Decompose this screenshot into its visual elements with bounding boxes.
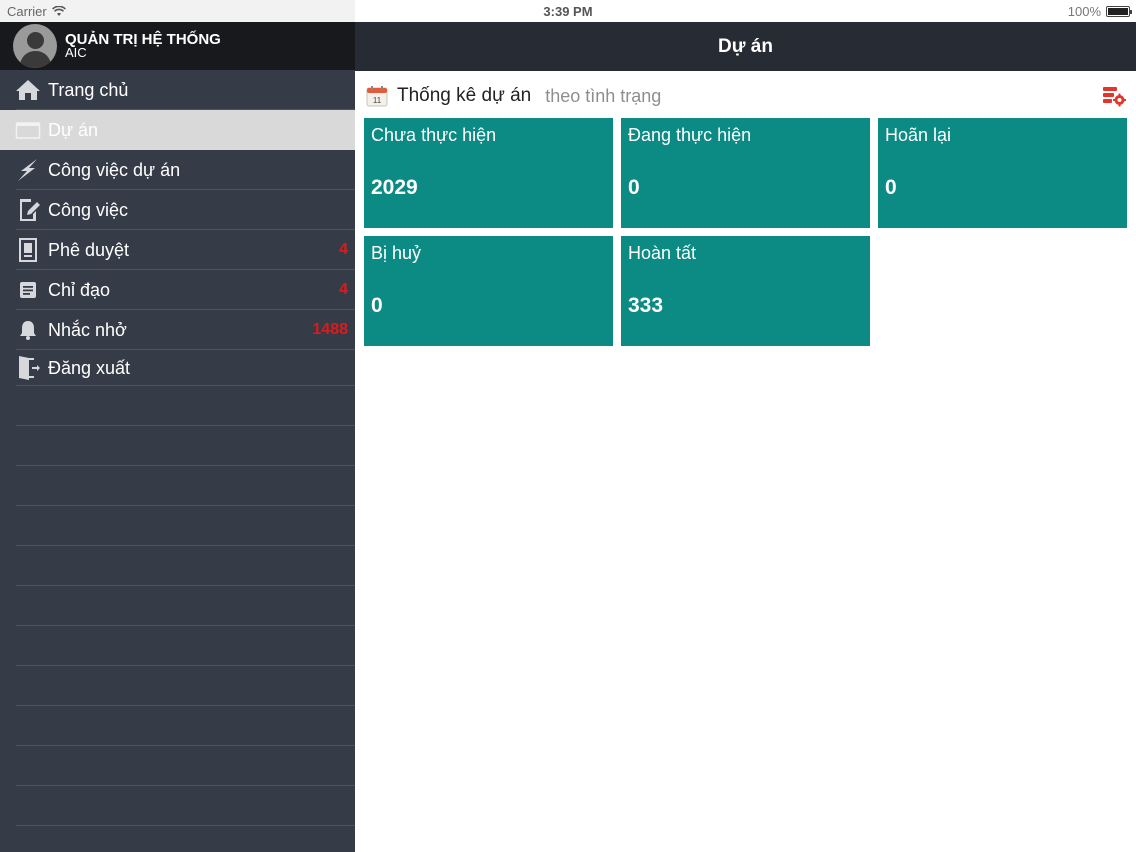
stat-tile-value: 0 <box>371 294 383 317</box>
sidebar-item-badge: 1488 <box>312 321 348 338</box>
sidebar-item-label: Công việc <box>48 199 129 220</box>
sidebar-item-label: Dự án <box>48 119 99 140</box>
user-header[interactable]: QUẢN TRỊ HỆ THỐNG AIC <box>0 22 355 70</box>
edit-document-icon <box>14 198 42 222</box>
stat-tile-value: 333 <box>628 294 664 317</box>
navbar: Dự án <box>355 22 1136 71</box>
stat-tile-label: Bị huỷ <box>371 243 422 263</box>
main-content: 11 Thống kê dự án theo tình trạng Chưa t… <box>355 71 1136 852</box>
empty-row <box>0 786 355 826</box>
sidebar-item-project-tasks[interactable]: Công việc dự án <box>0 150 355 190</box>
battery-percent: 100% <box>1067 4 1101 19</box>
window-icon <box>14 118 42 142</box>
battery-icon <box>1106 6 1132 17</box>
sidebar-item-directives[interactable]: Chỉ đạo 4 <box>0 270 355 310</box>
stat-tile-value: 0 <box>885 176 897 199</box>
sidebar-item-projects[interactable]: Dự án <box>0 110 355 150</box>
stat-tile-postponed[interactable]: Hoãn lại 0 <box>878 118 1127 228</box>
sidebar-item-label: Trang chủ <box>48 79 129 100</box>
logout-door-icon <box>14 356 42 380</box>
status-time: 3:39 PM <box>543 4 593 19</box>
sidebar-item-label: Nhắc nhở <box>48 319 127 340</box>
lightning-icon <box>14 158 42 182</box>
table-settings-icon[interactable] <box>1102 85 1126 107</box>
empty-row <box>0 586 355 626</box>
sidebar-item-reminders[interactable]: Nhắc nhở 1488 <box>0 310 355 350</box>
user-info: QUẢN TRỊ HỆ THỐNG AIC <box>65 31 221 59</box>
stats-title: Thống kê dự án <box>397 85 532 106</box>
stats-header: 11 Thống kê dự án theo tình trạng <box>366 83 1126 109</box>
stat-tile-cancelled[interactable]: Bị huỷ 0 <box>364 236 613 346</box>
stat-tile-label: Hoãn lại <box>885 125 952 145</box>
empty-row <box>0 706 355 746</box>
sidebar-item-home[interactable]: Trang chủ <box>0 70 355 110</box>
empty-row <box>0 426 355 466</box>
stat-tile-label: Đang thực hiện <box>628 125 752 145</box>
sidebar-item-badge: 4 <box>339 281 348 298</box>
empty-row <box>0 746 355 786</box>
stat-tile-in-progress[interactable]: Đang thực hiện 0 <box>621 118 870 228</box>
calendar-icon: 11 <box>366 86 388 107</box>
stat-tile-label: Hoàn tất <box>628 243 697 263</box>
empty-row <box>0 826 355 852</box>
list-icon <box>14 278 42 302</box>
empty-row <box>0 666 355 706</box>
sidebar-item-label: Phê duyệt <box>48 239 130 260</box>
stat-tile-completed[interactable]: Hoàn tất 333 <box>621 236 870 346</box>
avatar <box>13 24 57 68</box>
sidebar-item-approval[interactable]: Phê duyệt 4 <box>0 230 355 270</box>
empty-row <box>0 546 355 586</box>
calendar-day: 11 <box>373 96 382 105</box>
stat-tile-value: 2029 <box>371 176 418 199</box>
status-bar: Carrier 3:39 PM 100% <box>0 0 1136 22</box>
sidebar-item-label: Đăng xuất <box>48 357 131 378</box>
empty-row <box>0 466 355 506</box>
stat-tile-not-started[interactable]: Chưa thực hiện 2029 <box>364 118 613 228</box>
page-title: Dự án <box>718 35 773 57</box>
sidebar-item-tasks[interactable]: Công việc <box>0 190 355 230</box>
stat-tile-value: 0 <box>628 176 640 199</box>
bell-icon <box>14 318 42 342</box>
empty-row <box>0 626 355 666</box>
sidebar-item-label: Công việc dự án <box>48 159 181 180</box>
home-icon <box>14 78 42 102</box>
stat-tile-label: Chưa thực hiện <box>371 125 497 145</box>
sidebar-item-badge: 4 <box>339 241 348 258</box>
approval-icon <box>14 238 42 262</box>
status-right: 100% <box>1067 4 1132 19</box>
user-name: QUẢN TRỊ HỆ THỐNG <box>65 31 221 48</box>
empty-row <box>0 506 355 546</box>
sidebar: QUẢN TRỊ HỆ THỐNG AIC Trang chủ Dự án Cô… <box>0 22 355 852</box>
sidebar-item-logout[interactable]: Đăng xuất <box>0 350 355 386</box>
sidebar-item-label: Chỉ đạo <box>48 279 111 300</box>
empty-row <box>0 386 355 426</box>
stats-subtitle: theo tình trạng <box>545 85 662 106</box>
